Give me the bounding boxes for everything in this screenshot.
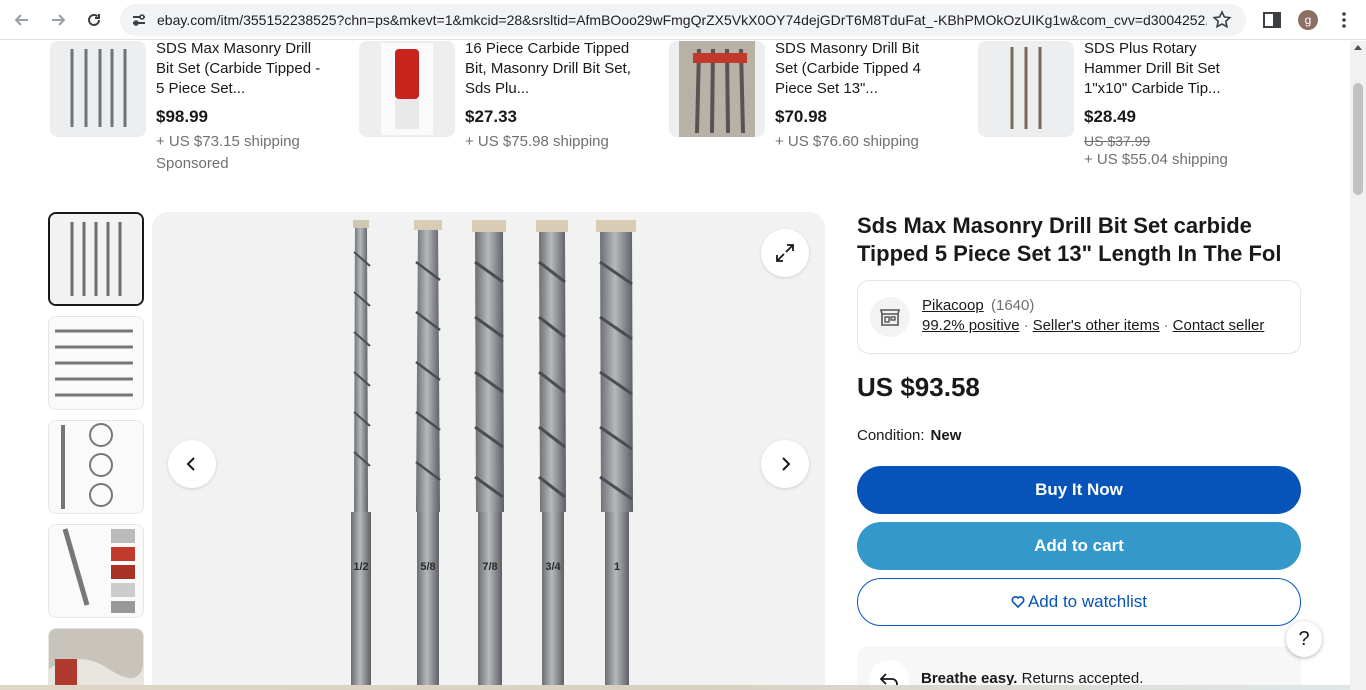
related-item[interactable]: SDS Plus Rotary Hammer Drill Bit Set 1"x… — [978, 41, 1268, 191]
browser-toolbar: ebay.com/itm/355152238525?chn=ps&mkevt=1… — [0, 0, 1366, 40]
drill-bit — [414, 220, 442, 690]
drill-bit — [596, 220, 636, 690]
related-item-price: $98.99 — [156, 107, 208, 126]
related-item-was-price: US $37.99 — [1084, 133, 1151, 149]
condition-value: New — [930, 427, 962, 444]
related-item-image[interactable] — [359, 41, 455, 137]
drill-bit — [351, 220, 371, 690]
forward-arrow-icon — [52, 14, 66, 26]
bottom-edge — [0, 685, 1350, 690]
seller-name-link[interactable]: Pikacoop — [922, 297, 984, 314]
seller-feedback-count: (1640) — [991, 297, 1035, 314]
profile-avatar[interactable]: g — [1298, 10, 1318, 30]
forward-button[interactable] — [44, 6, 72, 34]
browser-menu-icon[interactable] — [1334, 10, 1354, 30]
reload-button[interactable] — [80, 6, 108, 34]
related-item-image[interactable] — [50, 41, 146, 137]
back-arrow-icon — [14, 14, 28, 26]
chevron-left-icon — [186, 457, 195, 471]
product-title: Sds Max Masonry Drill Bit Set carbide Ti… — [857, 213, 1282, 266]
fullscreen-button[interactable] — [761, 229, 809, 277]
condition-label: Condition: — [857, 427, 925, 444]
thumbnail-3[interactable] — [48, 420, 144, 514]
buy-it-now-button[interactable]: Buy It Now — [857, 466, 1301, 514]
store-icon — [870, 297, 910, 337]
related-item[interactable]: SDS Masonry Drill Bit Set (Carbide Tippe… — [669, 41, 959, 191]
site-settings-icon[interactable] — [130, 11, 148, 29]
related-item-title[interactable]: SDS Masonry Drill Bit Set (Carbide Tippe… — [775, 41, 945, 99]
side-panel-icon[interactable] — [1262, 10, 1282, 30]
seller-links: 99.2% positive · Seller's other items · Cont… — [922, 317, 1265, 334]
seller-card: Pikacoop (1640) 99.2% positive · Seller's … — [857, 280, 1301, 354]
bit-size-label: 5/8 — [420, 561, 435, 573]
product-details: Sds Max Masonry Drill Bit Set carbide Ti… — [857, 212, 1301, 690]
related-item-title[interactable]: SDS Max Masonry Drill Bit Set (Carbide T… — [156, 41, 326, 99]
product-price: US $93.58 — [857, 372, 980, 402]
related-item-image[interactable] — [669, 41, 765, 137]
bit-size-label: 3/4 — [545, 561, 561, 573]
thumbnail-4[interactable] — [48, 524, 144, 618]
add-to-cart-button[interactable]: Add to cart — [857, 522, 1301, 570]
related-item-shipping: + US $73.15 shipping — [156, 133, 300, 150]
back-button[interactable] — [8, 6, 36, 34]
page-scrollbar[interactable] — [1350, 41, 1366, 690]
related-item-price: $28.49 — [1084, 107, 1136, 126]
heart-icon — [1011, 596, 1025, 609]
address-bar[interactable]: ebay.com/itm/355152238525?chn=ps&mkevt=1… — [120, 4, 1246, 36]
thumbnail-2[interactable] — [48, 316, 144, 410]
related-item-shipping: + US $75.98 shipping — [465, 133, 609, 150]
scrollbar-thumb[interactable] — [1353, 83, 1363, 195]
url-text[interactable]: ebay.com/itm/355152238525?chn=ps&mkevt=1… — [157, 12, 1207, 28]
chevron-right-icon — [782, 457, 791, 471]
thumbnail-1[interactable] — [48, 212, 144, 306]
thumbnail-5[interactable] — [48, 628, 144, 690]
drill-bit — [536, 220, 568, 690]
related-item[interactable]: SDS Max Masonry Drill Bit Set (Carbide T… — [50, 41, 340, 191]
add-to-watchlist-button[interactable]: Add to watchlist — [857, 578, 1301, 626]
related-item-shipping: + US $76.60 shipping — [775, 133, 919, 150]
related-item-title[interactable]: SDS Plus Rotary Hammer Drill Bit Set 1"x… — [1084, 41, 1254, 99]
sponsored-label: Sponsored — [156, 155, 229, 172]
seller-positive-link[interactable]: 99.2% positive — [922, 317, 1020, 334]
drill-bit — [472, 220, 506, 690]
contact-seller-link[interactable]: Contact seller — [1173, 317, 1265, 334]
previous-image-button[interactable] — [168, 440, 216, 488]
bit-size-label: 1/2 — [353, 561, 368, 573]
seller-other-items-link[interactable]: Seller's other items — [1033, 317, 1160, 334]
related-item[interactable]: 16 Piece Carbide Tipped Bit, Masonry Dri… — [359, 41, 649, 191]
condition-row: Condition: New — [857, 427, 961, 444]
watchlist-label: Add to watchlist — [1027, 592, 1148, 611]
related-item-price: $27.33 — [465, 107, 517, 126]
returns-panel: Breathe easy. Returns accepted. — [857, 646, 1301, 690]
bit-size-label: 7/8 — [482, 561, 497, 573]
scroll-up-arrow-icon[interactable] — [1354, 45, 1362, 50]
main-product-image[interactable]: 1/2 5/8 7/8 3/4 1 — [152, 212, 825, 690]
related-item-shipping: + US $55.04 shipping — [1084, 151, 1228, 168]
drill-bits-image: 1/2 5/8 7/8 3/4 1 — [351, 220, 636, 690]
related-item-price: $70.98 — [775, 107, 827, 126]
bookmark-star-icon[interactable] — [1212, 10, 1232, 30]
related-items-row: SDS Max Masonry Drill Bit Set (Carbide T… — [50, 41, 1310, 191]
help-button[interactable]: ? — [1286, 621, 1322, 657]
related-item-title[interactable]: 16 Piece Carbide Tipped Bit, Masonry Dri… — [465, 41, 635, 99]
product-page: SDS Max Masonry Drill Bit Set (Carbide T… — [0, 41, 1350, 690]
reload-icon — [88, 13, 100, 26]
expand-icon — [776, 244, 794, 262]
next-image-button[interactable] — [761, 440, 809, 488]
bit-size-label: 1 — [614, 561, 620, 573]
related-item-image[interactable] — [978, 41, 1074, 137]
